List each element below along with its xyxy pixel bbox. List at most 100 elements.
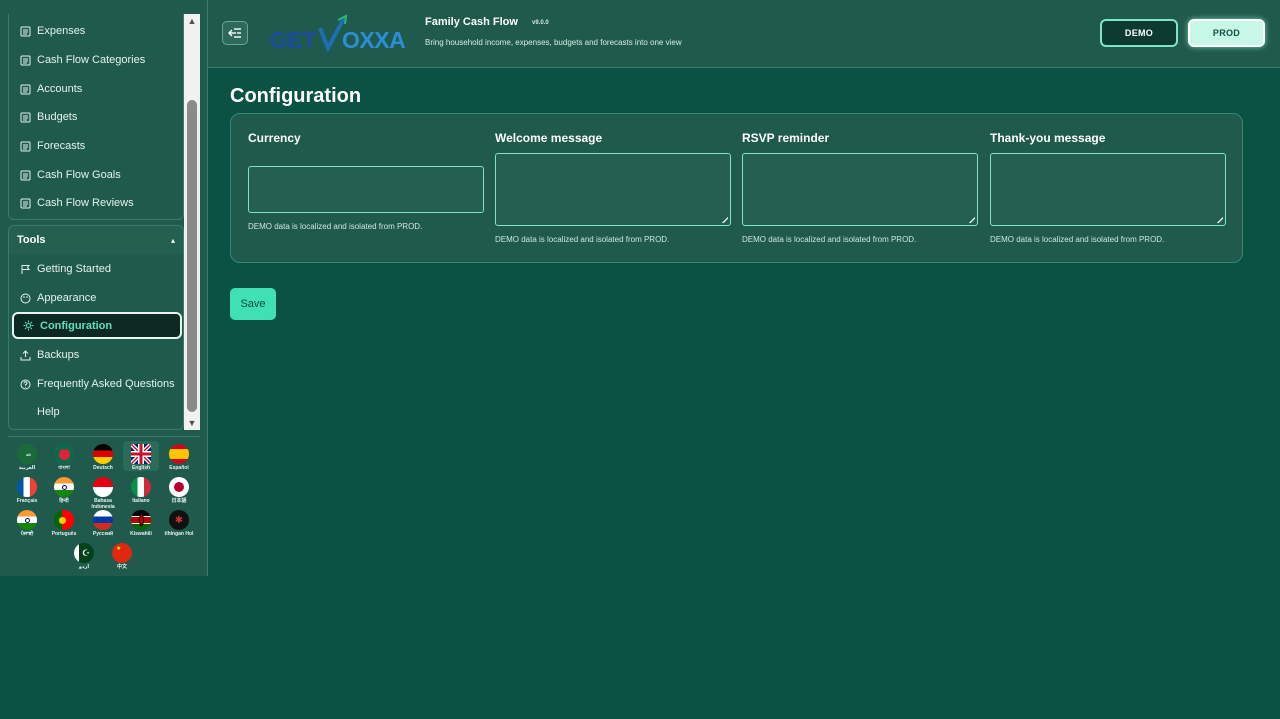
spain-flag-icon bbox=[169, 444, 189, 464]
tools-header[interactable]: Tools ▴ bbox=[9, 226, 183, 254]
gear-icon bbox=[22, 320, 34, 332]
lang-hindi[interactable]: हिन्दी bbox=[46, 477, 82, 504]
svg-text:GET: GET bbox=[270, 27, 316, 53]
lang-punjabi[interactable]: ਪੰਜਾਬੀ bbox=[9, 510, 45, 537]
tools-panel: Tools ▴ Getting Started Appearance Confi… bbox=[8, 225, 184, 430]
sidebar-item-label: Cash Flow Reviews bbox=[37, 197, 134, 209]
sidebar-item-cash-flow-categories[interactable]: Cash Flow Categories bbox=[19, 50, 145, 70]
japan-flag-icon bbox=[169, 477, 189, 497]
lang-klingon[interactable]: ✱ tlhIngan Hol bbox=[161, 510, 197, 537]
resize-grip-icon[interactable] bbox=[1216, 216, 1223, 223]
indonesia-flag-icon bbox=[93, 477, 113, 497]
saudi-arabia-flag-icon: ﷲ bbox=[17, 444, 37, 464]
lang-urdu[interactable]: ☪ اردو bbox=[66, 543, 102, 570]
lang-bengali[interactable]: বাংলা bbox=[46, 444, 82, 471]
collapse-menu-icon bbox=[228, 28, 241, 38]
app-version: v9.0.0 bbox=[532, 20, 549, 26]
sidebar-item-label: Appearance bbox=[37, 292, 97, 304]
list-icon bbox=[19, 25, 31, 37]
kenya-flag-icon bbox=[131, 510, 151, 530]
configuration-card: Currency DEMO data is localized and isol… bbox=[230, 113, 1243, 263]
list-icon bbox=[19, 169, 31, 181]
scroll-up-arrow-icon[interactable]: ▲ bbox=[184, 14, 200, 28]
save-button[interactable]: Save bbox=[230, 288, 276, 320]
sidebar-item-appearance[interactable]: Appearance bbox=[19, 288, 96, 308]
thank-you-message-label: Thank-you message bbox=[990, 131, 1106, 145]
lang-italian[interactable]: Italiano bbox=[123, 477, 159, 504]
sidebar-item-cash-flow-goals[interactable]: Cash Flow Goals bbox=[19, 165, 121, 185]
sidebar-item-backups[interactable]: Backups bbox=[19, 345, 79, 365]
sidebar-item-label: Backups bbox=[37, 349, 80, 361]
sidebar-item-label: Help bbox=[37, 406, 60, 418]
sidebar-item-label: Expenses bbox=[37, 25, 86, 37]
united-kingdom-flag-icon bbox=[131, 444, 151, 464]
resize-grip-icon[interactable] bbox=[721, 216, 728, 223]
scroll-thumb[interactable] bbox=[187, 100, 197, 412]
currency-input[interactable] bbox=[248, 166, 484, 213]
page-title: Configuration bbox=[230, 85, 362, 107]
lang-chinese[interactable]: ★ 中文 bbox=[104, 543, 140, 570]
tools-title: Tools bbox=[17, 234, 46, 246]
blank-icon bbox=[19, 406, 31, 418]
sidebar-scrollbar[interactable]: ▲ ▼ bbox=[184, 14, 200, 430]
sidebar-item-budgets[interactable]: Budgets bbox=[19, 107, 77, 127]
lang-english[interactable]: English bbox=[123, 441, 159, 471]
scroll-down-arrow-icon[interactable]: ▼ bbox=[184, 416, 200, 430]
lang-portuguese[interactable]: Português bbox=[46, 510, 82, 537]
welcome-message-hint: DEMO data is localized and isolated from… bbox=[495, 235, 670, 244]
currency-label: Currency bbox=[248, 131, 301, 145]
sidebar-item-label: Budgets bbox=[37, 111, 78, 123]
sidebar-item-label: Configuration bbox=[40, 319, 113, 332]
welcome-message-textarea[interactable] bbox=[495, 153, 731, 226]
sidebar-item-getting-started[interactable]: Getting Started bbox=[19, 259, 111, 279]
italy-flag-icon bbox=[131, 477, 151, 497]
rsvp-reminder-hint: DEMO data is localized and isolated from… bbox=[742, 235, 917, 244]
france-flag-icon bbox=[17, 477, 37, 497]
list-icon bbox=[19, 140, 31, 152]
nav-panel: Expenses Cash Flow Categories Accounts B… bbox=[8, 14, 184, 220]
demo-button[interactable]: DEMO bbox=[1100, 19, 1178, 47]
sidebar-item-expenses[interactable]: Expenses bbox=[19, 21, 85, 41]
sidebar-item-configuration[interactable]: Configuration bbox=[12, 312, 182, 339]
sidebar-item-label: Accounts bbox=[37, 83, 83, 95]
list-icon bbox=[19, 197, 31, 209]
sidebar: Expenses Cash Flow Categories Accounts B… bbox=[0, 0, 208, 576]
india-flag-icon bbox=[54, 477, 74, 497]
thank-you-message-textarea[interactable] bbox=[990, 153, 1226, 226]
prod-button[interactable]: PROD bbox=[1188, 19, 1265, 47]
welcome-message-label: Welcome message bbox=[495, 131, 603, 145]
sidebar-item-forecasts[interactable]: Forecasts bbox=[19, 136, 85, 156]
getvoxxa-logo: GET OXXA bbox=[270, 14, 412, 54]
thank-you-message-hint: DEMO data is localized and isolated from… bbox=[990, 235, 1165, 244]
help-circle-icon bbox=[19, 378, 31, 390]
language-selector: ﷲ العربية বাংলা Deutsch English Español … bbox=[8, 436, 200, 576]
list-icon bbox=[19, 111, 31, 123]
sidebar-item-label: Forecasts bbox=[37, 140, 86, 152]
lang-arabic[interactable]: ﷲ العربية bbox=[9, 444, 45, 471]
palette-icon bbox=[19, 292, 31, 304]
sidebar-item-faq[interactable]: Frequently Asked Questions bbox=[19, 374, 175, 394]
sidebar-item-help[interactable]: Help bbox=[19, 402, 60, 422]
lang-russian[interactable]: Русский bbox=[85, 510, 121, 537]
india-flag-icon bbox=[17, 510, 37, 530]
lang-spanish[interactable]: Español bbox=[161, 444, 197, 471]
svg-text:OXXA: OXXA bbox=[342, 27, 405, 53]
sidebar-item-cash-flow-reviews[interactable]: Cash Flow Reviews bbox=[19, 193, 134, 213]
sidebar-item-label: Getting Started bbox=[37, 263, 111, 275]
list-icon bbox=[19, 54, 31, 66]
lang-indonesian[interactable]: Bahasa Indonesia bbox=[85, 477, 121, 510]
rsvp-reminder-label: RSVP reminder bbox=[742, 131, 830, 145]
rsvp-reminder-textarea[interactable] bbox=[742, 153, 978, 226]
collapse-sidebar-button[interactable] bbox=[222, 21, 248, 45]
flag-icon bbox=[19, 263, 31, 275]
sidebar-item-accounts[interactable]: Accounts bbox=[19, 79, 82, 99]
list-icon bbox=[19, 83, 31, 95]
chevron-up-icon: ▴ bbox=[170, 235, 175, 245]
lang-german[interactable]: Deutsch bbox=[85, 444, 121, 471]
germany-flag-icon bbox=[93, 444, 113, 464]
lang-swahili[interactable]: Kiswahili bbox=[123, 510, 159, 537]
klingon-flag-icon: ✱ bbox=[169, 510, 189, 530]
lang-japanese[interactable]: 日本語 bbox=[161, 477, 197, 504]
resize-grip-icon[interactable] bbox=[968, 216, 975, 223]
lang-french[interactable]: Français bbox=[9, 477, 45, 504]
